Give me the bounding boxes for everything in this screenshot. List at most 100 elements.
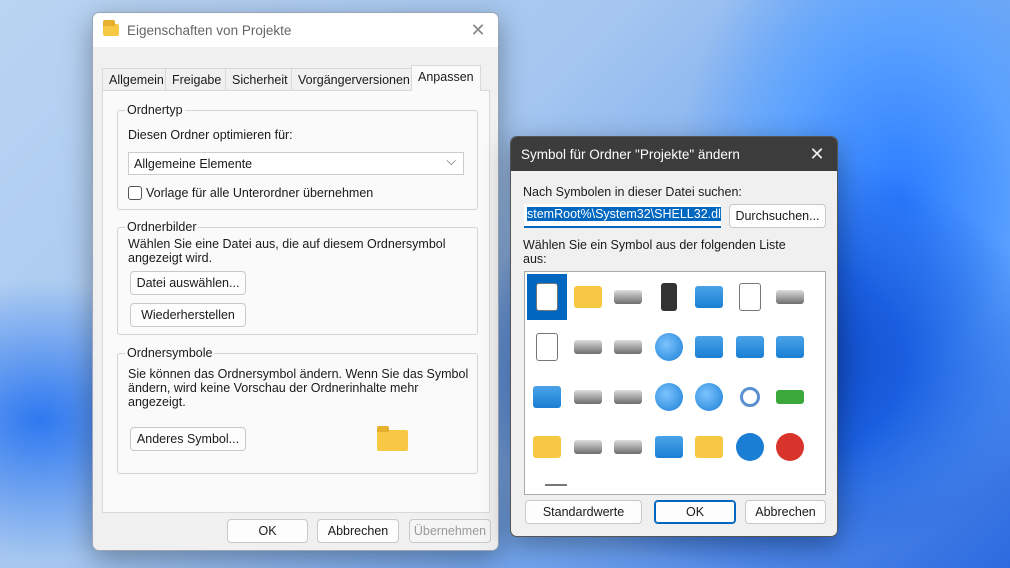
tab-allgemein[interactable]: Allgemein (102, 68, 171, 90)
folder-preview-icon (377, 426, 408, 451)
icon-option-power[interactable] (770, 424, 810, 470)
title-bar: Eigenschaften von Projekte (93, 13, 498, 47)
checkbox-box[interactable] (128, 186, 142, 200)
blank-document-icon (536, 283, 558, 311)
text-document-icon (536, 333, 558, 361)
icon-option-drive[interactable] (608, 274, 648, 320)
icon-option-drive[interactable] (568, 424, 608, 470)
window-app-icon (533, 386, 561, 408)
floppy-drive-icon (573, 340, 602, 354)
icon-option-text-document[interactable] (527, 324, 567, 370)
dialog-title: Eigenschaften von Projekte (127, 22, 292, 38)
properties-dialog: Eigenschaften von Projekte ✕ Allgemein F… (92, 12, 499, 551)
checkbox-label: Vorlage für alle Unterordner übernehmen (146, 186, 374, 200)
template-checkbox[interactable]: Vorlage für alle Unterordner übernehmen (128, 186, 373, 200)
title-bar: Symbol für Ordner "Projekte" ändern (511, 137, 837, 171)
group-legend: Ordnersymbole (125, 346, 215, 360)
group-legend: Ordnertyp (125, 103, 185, 117)
icon-option-green-arrow[interactable] (770, 374, 810, 420)
close-button[interactable]: ✕ (805, 143, 829, 165)
ok-button[interactable]: OK (654, 500, 736, 524)
group-ordnertyp: Ordnertyp Diesen Ordner optimieren für: … (117, 103, 478, 210)
icon-option-drive-disconnected[interactable] (608, 374, 648, 420)
folder-icon (533, 436, 561, 458)
icon-option-floppy-drive[interactable] (568, 374, 608, 420)
network-globe-icon (654, 383, 683, 411)
icon-option-printer[interactable] (689, 274, 729, 320)
defaults-button[interactable]: Standardwerte (525, 500, 642, 524)
choose-file-button[interactable]: Datei auswählen... (130, 271, 246, 295)
network-icon (695, 383, 723, 411)
change-icon-button[interactable]: Anderes Symbol... (130, 427, 246, 451)
restore-button[interactable]: Wiederherstellen (130, 303, 246, 327)
green-arrow-icon (776, 390, 804, 404)
icon-option-control-panel[interactable] (730, 324, 770, 370)
icon-option-blank-document[interactable] (527, 274, 567, 320)
icon-option-network-globe[interactable] (649, 374, 689, 420)
icon-option-floppy-drive[interactable] (568, 324, 608, 370)
memory-chip-icon (660, 283, 677, 311)
file-path-value: stemRoot%\System32\SHELL32.dll (527, 207, 721, 221)
cancel-button[interactable]: Abbrechen (317, 519, 399, 543)
folder-icon (103, 20, 119, 36)
browse-button[interactable]: Durchsuchen... (729, 204, 826, 228)
folder-grid-icon (695, 436, 723, 458)
apply-button[interactable]: Übernehmen (409, 519, 491, 543)
group-ordnersymbole: Ordnersymbole Sie können das Ordnersymbo… (117, 346, 478, 474)
ordnerbilder-description: Wählen Sie eine Datei aus, die auf diese… (128, 237, 446, 265)
change-icon-dialog: Symbol für Ordner "Projekte" ändern ✕ Na… (510, 136, 838, 537)
magnifier-icon (739, 387, 760, 407)
dialog-title: Symbol für Ordner "Projekte" ändern (521, 146, 740, 162)
horizontal-scrollbar[interactable] (545, 484, 567, 486)
icon-option-drive-green[interactable] (608, 324, 648, 370)
help-icon (735, 433, 764, 461)
icon-option-removable-drive[interactable] (770, 274, 810, 320)
drive-icon (573, 440, 602, 454)
ok-button[interactable]: OK (227, 519, 308, 543)
icon-option-help[interactable] (730, 424, 770, 470)
icon-option-cd-drive[interactable] (608, 424, 648, 470)
clock-document-icon (738, 283, 761, 311)
tab-freigabe[interactable]: Freigabe (165, 68, 229, 90)
group-ordnerbilder: Ordnerbilder Wählen Sie eine Datei aus, … (117, 220, 478, 335)
cd-drive-icon (614, 440, 642, 454)
icon-list[interactable] (524, 271, 826, 495)
group-legend: Ordnerbilder (125, 220, 199, 234)
folder-icon (573, 286, 602, 308)
control-panel-icon (735, 336, 764, 358)
icon-option-globe[interactable] (649, 324, 689, 370)
icon-option-window-app[interactable] (527, 374, 567, 420)
cancel-button[interactable]: Abbrechen (745, 500, 826, 524)
icon-option-monitor[interactable] (649, 424, 689, 470)
tab-anpassen[interactable]: Anpassen (411, 65, 481, 91)
network-computer-icon (695, 336, 723, 358)
file-path-input[interactable]: stemRoot%\System32\SHELL32.dll (524, 204, 721, 228)
select-value: Allgemeine Elemente (134, 157, 253, 171)
icon-option-folder[interactable] (568, 274, 608, 320)
monitor-icon (654, 436, 683, 458)
tab-panel: Ordnertyp Diesen Ordner optimieren für: … (102, 90, 490, 513)
icon-option-clock-document[interactable] (730, 274, 770, 320)
globe-icon (654, 333, 683, 361)
printer-icon (695, 286, 723, 308)
monitor-moon-icon (776, 336, 804, 358)
file-label: Nach Symbolen in dieser Datei suchen: (523, 185, 742, 199)
close-button[interactable]: ✕ (466, 19, 490, 41)
optimize-label: Diesen Ordner optimieren für: (128, 128, 293, 142)
icon-option-folder-grid[interactable] (689, 424, 729, 470)
floppy-drive-icon (573, 390, 602, 404)
icon-option-monitor-moon[interactable] (770, 324, 810, 370)
icon-option-network[interactable] (689, 374, 729, 420)
power-icon (776, 433, 804, 461)
drive-icon (614, 290, 642, 304)
tab-sicherheit[interactable]: Sicherheit (225, 68, 295, 90)
tab-vorgaengerversionen[interactable]: Vorgängerversionen (291, 68, 417, 90)
drive-disconnected-icon (614, 390, 642, 404)
icon-option-magnifier[interactable] (730, 374, 770, 420)
icon-option-memory-chip[interactable] (649, 274, 689, 320)
folder-type-select[interactable]: Allgemeine Elemente ⌵ (128, 152, 464, 175)
ordnersymbole-description: Sie können das Ordnersymbol ändern. Wenn… (128, 367, 469, 409)
icon-option-folder[interactable] (527, 424, 567, 470)
drive-green-icon (614, 340, 642, 354)
icon-option-network-computer[interactable] (689, 324, 729, 370)
